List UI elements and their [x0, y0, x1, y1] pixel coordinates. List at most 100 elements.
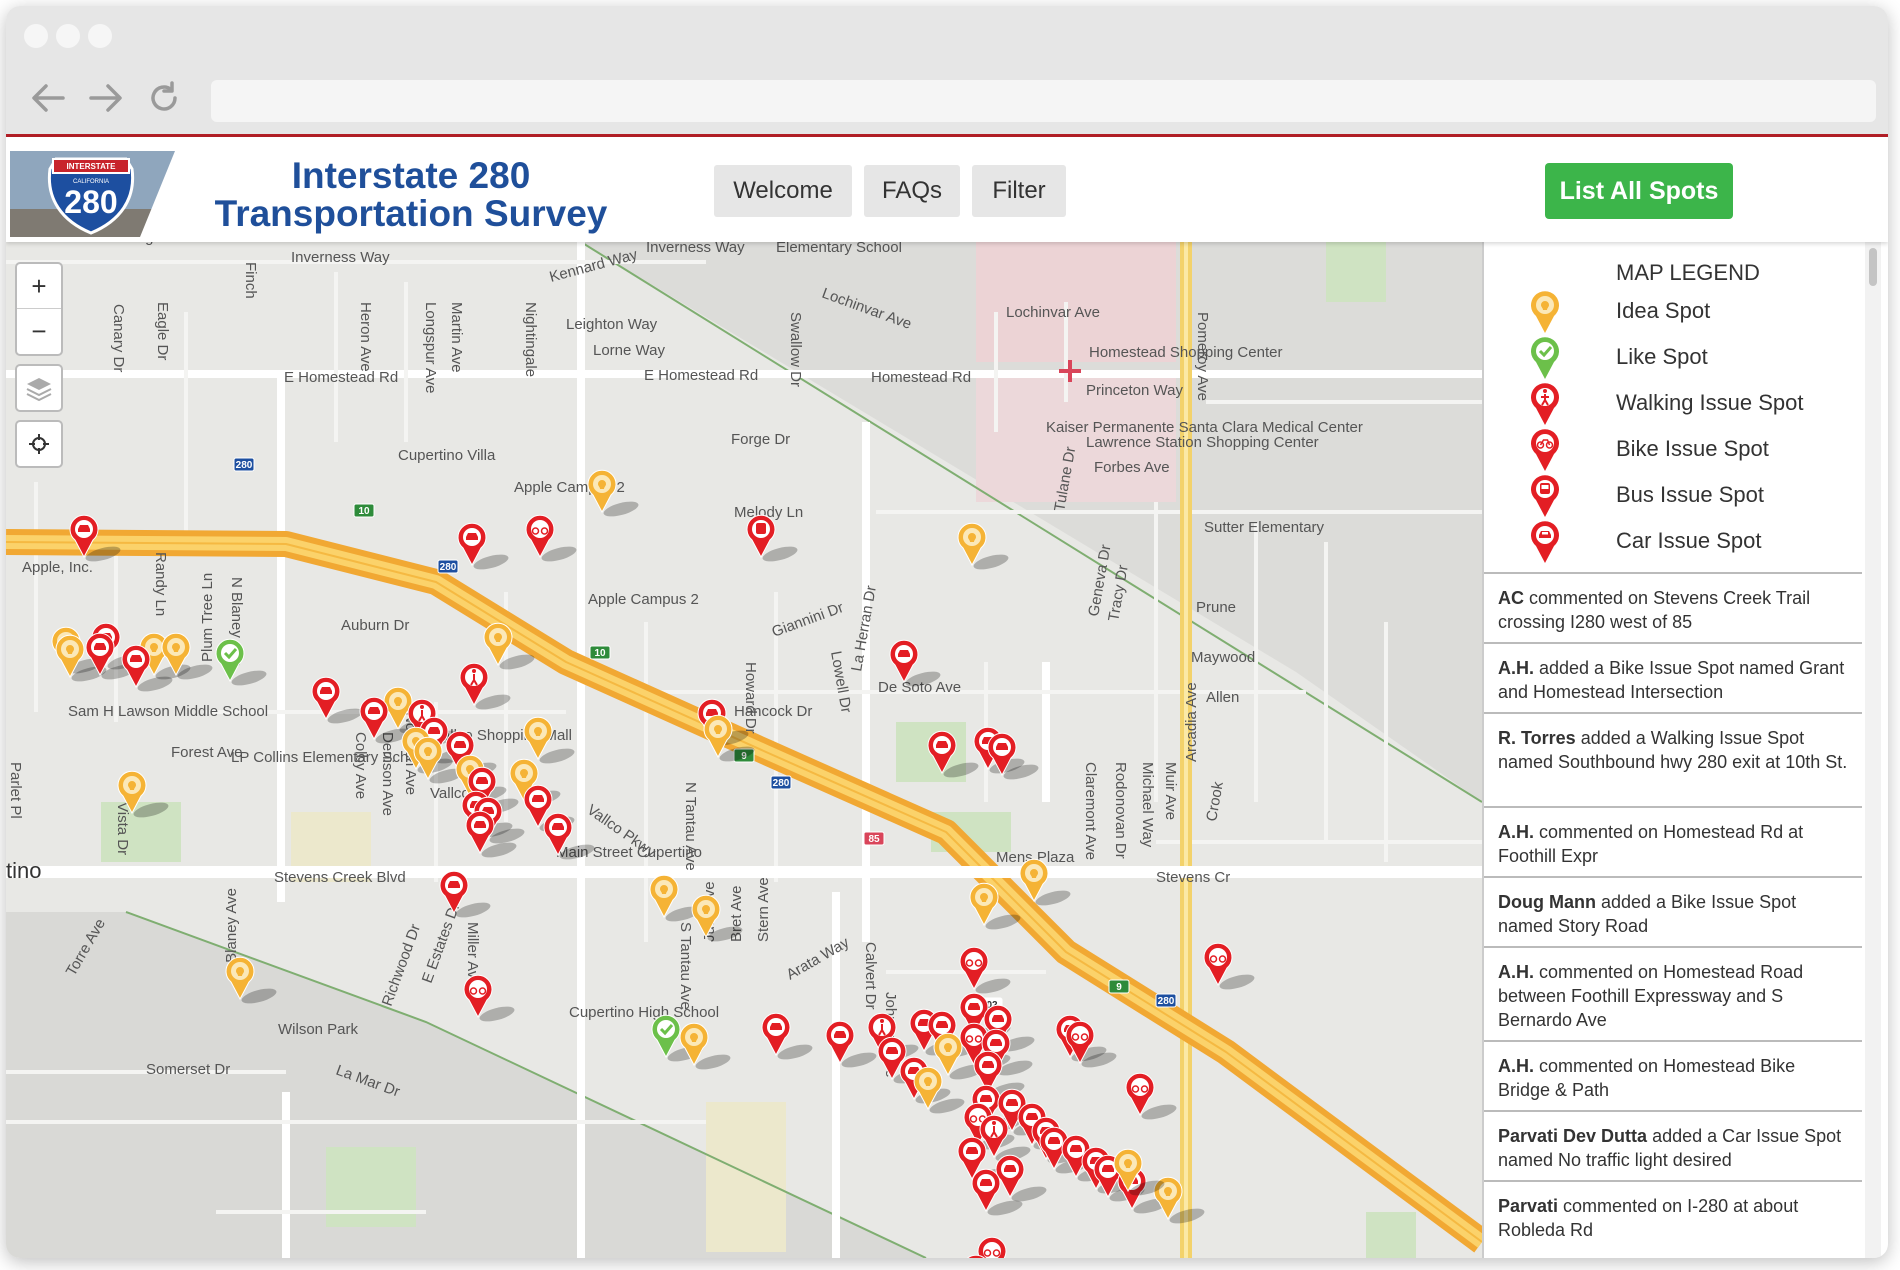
route-shield-number: 10: [594, 648, 606, 659]
tab-welcome[interactable]: Welcome: [714, 165, 852, 217]
legend-item-like: Like Spot: [1528, 336, 1848, 379]
map-label: E Homestead Rd: [644, 367, 758, 384]
reload-icon[interactable]: [144, 78, 184, 118]
route-shield-number: 280: [440, 562, 457, 573]
map-label: Martin Ave: [448, 302, 465, 373]
map-label: Homestead Rd: [871, 369, 971, 386]
zoom-out-button[interactable]: −: [17, 309, 61, 353]
minimize-window-dot[interactable]: [56, 24, 80, 48]
legend-title: MAP LEGEND: [1616, 260, 1760, 285]
activity-user: A.H.: [1498, 1056, 1534, 1076]
activity-item[interactable]: R. Torres added a Walking Issue Spot nam…: [1484, 714, 1862, 808]
svg-text:INTERSTATE: INTERSTATE: [66, 162, 116, 171]
map-label: Prune: [1196, 599, 1236, 616]
map-label: Lawrence Station Shopping Center: [1086, 434, 1319, 451]
car-pin-icon: [1531, 521, 1559, 563]
activity-user: R. Torres: [1498, 728, 1576, 748]
address-bar[interactable]: [211, 80, 1876, 122]
map-label: Claremont Ave: [1082, 762, 1099, 860]
map-label: Sam H Lawson Middle School: [68, 703, 268, 720]
route-shield-number: 280: [236, 460, 253, 471]
map-label: Randy Ln: [152, 552, 169, 616]
map-label: Inverness Way: [646, 242, 745, 256]
idea-pin-icon: [1531, 291, 1559, 333]
activity-user: Doug Mann: [1498, 892, 1596, 912]
activity-item[interactable]: A.H. added a Bike Issue Spot named Grant…: [1484, 644, 1862, 714]
bus-pin-icon: [1531, 475, 1559, 517]
legend-label: Bike Issue Spot: [1616, 436, 1769, 461]
map-label: Allen: [1206, 689, 1239, 706]
map-label: Cupertino High School: [569, 1004, 719, 1021]
legend-label: Bus Issue Spot: [1616, 482, 1764, 507]
list-all-spots-button[interactable]: List All Spots: [1545, 163, 1733, 219]
route-shield-number: 280: [773, 778, 790, 789]
panel-scrollbar[interactable]: [1865, 242, 1881, 1258]
tab-faqs[interactable]: FAQs: [864, 165, 960, 217]
activity-item[interactable]: Parvati commented on I-280 at about Robl…: [1484, 1182, 1862, 1258]
browser-window: INTERSTATE CALIFORNIA 280 Interstate 280…: [6, 6, 1888, 1258]
map-label: Stern Ave: [755, 877, 772, 942]
map-label: Forge Dr: [731, 431, 790, 448]
walking-pin-icon: [1531, 383, 1559, 425]
legend-item-car: Car Issue Spot: [1528, 520, 1848, 563]
back-arrow-icon[interactable]: [28, 78, 68, 118]
map-label: Colby Ave: [352, 732, 369, 799]
map-legend: MAP LEGEND Idea Spot Like Spot Walking I…: [1484, 242, 1862, 574]
activity-item[interactable]: Parvati Dev Dutta added a Car Issue Spot…: [1484, 1112, 1862, 1182]
layers-icon: [26, 378, 52, 402]
activity-item[interactable]: A.H. commented on Homestead Bike Bridge …: [1484, 1042, 1862, 1112]
browser-toolbar: [6, 64, 1888, 137]
map-label: Auburn Dr: [341, 617, 409, 634]
map-label: Homestead Shopping Center: [1089, 344, 1282, 361]
activity-user: A.H.: [1498, 822, 1534, 842]
map-label: tino: [6, 858, 41, 883]
legend-label: Idea Spot: [1616, 298, 1711, 323]
map-label: Cupertino Villa: [398, 447, 496, 464]
map-label: Leighton Way: [566, 316, 658, 333]
map-label: Apple Campus 2: [588, 591, 699, 608]
zoom-in-button[interactable]: +: [17, 264, 61, 309]
map-label: Swallow Dr: [787, 312, 804, 387]
activity-item[interactable]: AC commented on Stevens Creek Trail cros…: [1484, 574, 1862, 644]
map-label: Inverness Way: [291, 249, 390, 266]
zoom-window-dot[interactable]: [88, 24, 112, 48]
activity-text: commented on Stevens Creek Trail crossin…: [1498, 588, 1811, 632]
map-label: Stevens Creek Blvd: [274, 869, 406, 886]
interstate-280-shield-logo: INTERSTATE CALIFORNIA 280: [10, 151, 210, 237]
route-shield-number: 280: [1158, 996, 1175, 1007]
close-window-dot[interactable]: [24, 24, 48, 48]
activity-text: commented on Homestead Road between Foot…: [1498, 962, 1804, 1030]
map-label: Forest Ave: [171, 744, 242, 761]
map-label: Canary Dr: [110, 304, 127, 372]
tab-filter[interactable]: Filter: [972, 165, 1066, 217]
activity-user: A.H.: [1498, 658, 1534, 678]
map-label: S Tantau Ave: [677, 922, 694, 1010]
layers-button[interactable]: [15, 364, 63, 412]
locate-button[interactable]: [15, 420, 63, 468]
map-label: Elementary School: [776, 242, 902, 256]
map-label: Forbes Ave: [1094, 459, 1170, 476]
map-label: Sutter Elementary: [1204, 519, 1325, 536]
legend-label: Walking Issue Spot: [1616, 390, 1804, 415]
route-shield-number: 10: [358, 506, 370, 517]
side-panel: MAP LEGEND Idea Spot Like Spot Walking I…: [1482, 242, 1864, 1258]
crosshair-icon: [29, 434, 49, 454]
map-label: Wilson Park: [278, 1021, 359, 1038]
legend-label: Car Issue Spot: [1616, 528, 1762, 553]
title-line-1: Interstate 280: [291, 155, 531, 196]
window-titlebar: [6, 6, 1888, 64]
legend-item-walking: Walking Issue Spot: [1528, 382, 1848, 425]
activity-item[interactable]: A.H. commented on Homestead Rd at Foothi…: [1484, 808, 1862, 878]
scrollbar-thumb[interactable]: [1869, 248, 1877, 286]
activity-item[interactable]: A.H. commented on Homestead Road between…: [1484, 948, 1862, 1042]
map-label: E Homestead Rd: [284, 369, 398, 386]
forward-arrow-icon[interactable]: [86, 78, 126, 118]
map-layer[interactable]: Inverness Way Kennard Way Inverness Way Ele…: [6, 242, 1482, 1258]
map-label: Maywood: [1191, 649, 1255, 666]
map-canvas[interactable]: Inverness Way Kennard Way Inverness Way Ele…: [6, 242, 1482, 1258]
activity-item[interactable]: Doug Mann added a Bike Issue Spot named …: [1484, 878, 1862, 948]
legend-item-idea: Idea Spot: [1528, 290, 1848, 333]
map-label: Somerset Dr: [146, 1061, 230, 1078]
map-label: N Tantau Ave: [682, 782, 699, 871]
legend-item-bike: Bike Issue Spot: [1528, 428, 1848, 471]
